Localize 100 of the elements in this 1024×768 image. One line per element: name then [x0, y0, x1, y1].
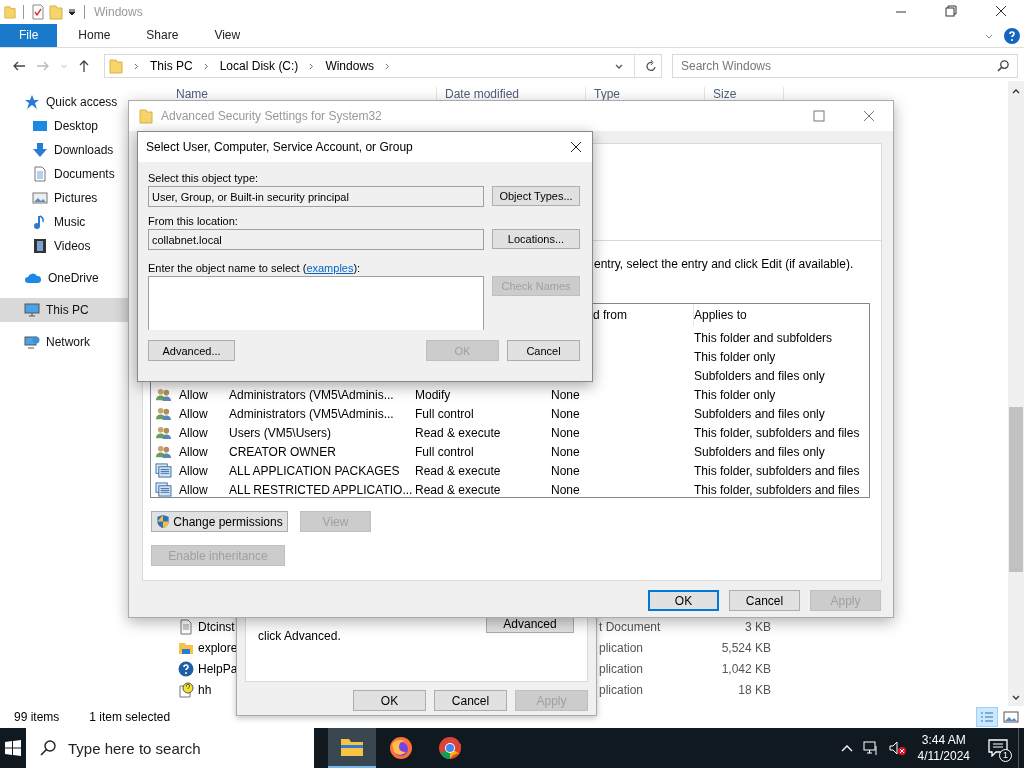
up-arrow-icon[interactable]	[78, 59, 90, 73]
clock-time[interactable]: 3:44 AM	[921, 732, 966, 748]
taskbar-app[interactable]	[328, 728, 376, 768]
chevron-right-icon[interactable]	[202, 62, 210, 70]
nav-item[interactable]: This PC	[0, 298, 130, 322]
window-title: Advanced Security Settings for System32	[161, 109, 382, 123]
address-bar[interactable]: This PC Local Disk (C:) Windows	[104, 54, 662, 78]
item-count: 99 items	[14, 710, 60, 724]
field-label: Select this object type:	[148, 172, 260, 186]
scroll-thumb[interactable]	[1009, 407, 1023, 572]
chevron-right-icon[interactable]	[308, 62, 316, 70]
nav-item[interactable]: Documents	[0, 162, 130, 186]
help-file-icon	[178, 681, 194, 698]
advanced-button[interactable]: Advanced...	[148, 340, 235, 361]
chrome-icon	[438, 736, 462, 760]
nav-label: Music	[54, 215, 86, 229]
chevron-right-icon[interactable]	[384, 62, 392, 70]
users-icon	[155, 387, 172, 402]
dropdown-icon[interactable]	[67, 7, 77, 17]
nav-label: Pictures	[54, 191, 98, 205]
scroll-up-icon[interactable]	[1011, 87, 1021, 95]
nav-item[interactable]: Quick access	[0, 90, 130, 114]
table-cell: Allow	[179, 463, 208, 478]
nav-item[interactable]: OneDrive	[0, 266, 130, 290]
search-icon	[40, 740, 56, 756]
table-cell: Full control	[415, 444, 474, 459]
ribbon-tab[interactable]: Share	[131, 24, 194, 47]
examples-link[interactable]: examples	[306, 262, 354, 274]
file-type: plication	[599, 661, 645, 676]
table-cell: Administrators (VM5\Adminis...	[229, 387, 394, 402]
cloud-icon	[24, 272, 42, 284]
note-text: click Advanced.	[258, 629, 341, 643]
breadcrumb-item[interactable]: Local Disk (C:)	[219, 59, 299, 73]
table-cell: Allow	[179, 387, 208, 402]
table-cell: None	[551, 482, 580, 497]
breadcrumb-item[interactable]: This PC	[150, 59, 193, 73]
notification-icon	[988, 739, 1008, 757]
ribbon-tab[interactable]: Home	[63, 24, 126, 47]
breadcrumb-item[interactable]: Windows	[325, 59, 375, 73]
taskbar-search-field[interactable]: Type here to search	[26, 728, 314, 768]
nav-item[interactable]: Desktop	[0, 114, 130, 138]
dialog-button[interactable]: Cancel	[434, 690, 507, 711]
app-packages-icon	[155, 482, 172, 497]
nav-item[interactable]: Downloads	[0, 138, 130, 162]
nav-label: Downloads	[54, 143, 114, 157]
table-cell: Read & execute	[415, 482, 501, 497]
notifications-button[interactable]: 1	[978, 728, 1018, 768]
locations-button[interactable]: Locations...	[492, 229, 580, 249]
clock-date[interactable]: 4/11/2024	[917, 748, 970, 764]
dialog-button[interactable]: OK	[648, 590, 719, 611]
chevron-up-icon[interactable]	[840, 744, 853, 752]
table-cell: Users (VM5\Users)	[229, 425, 331, 440]
properties-icon[interactable]	[31, 4, 45, 20]
network-icon[interactable]	[862, 740, 879, 756]
back-arrow-icon[interactable]	[12, 60, 26, 72]
table-cell: This folder only	[694, 387, 776, 402]
file-size: 1,042 KB	[720, 661, 771, 676]
pictures-icon	[32, 190, 48, 206]
table-cell: Subfolders and files only	[694, 368, 825, 383]
file-size: 3 KB	[744, 619, 771, 634]
search-field[interactable]: Search Windows	[672, 54, 1018, 78]
nav-label: This PC	[46, 303, 89, 317]
table-cell: None	[551, 463, 580, 478]
nav-item[interactable]: Pictures	[0, 186, 130, 210]
thumbnail-view-icon[interactable]	[1002, 710, 1020, 724]
users-icon	[155, 406, 172, 421]
document-icon	[32, 166, 48, 182]
dialog-button[interactable]: Cancel	[507, 340, 580, 361]
start-icon[interactable]	[5, 740, 21, 756]
nav-item[interactable]: Network	[0, 330, 130, 354]
download-icon	[32, 142, 48, 158]
dialog-button[interactable]: OK	[353, 690, 426, 711]
scrollbar[interactable]	[1008, 81, 1024, 706]
object-type-field: User, Group, or Built-in security principal	[148, 186, 484, 207]
object-types-button[interactable]: Object Types...	[492, 186, 580, 206]
nav-label: Quick access	[46, 95, 118, 109]
table-cell: None	[551, 425, 580, 440]
action-button[interactable]: Change permissions	[151, 511, 288, 532]
file-size: 18 KB	[737, 682, 771, 697]
chevron-right-icon[interactable]	[133, 62, 140, 70]
help-icon[interactable]	[1004, 27, 1020, 44]
ribbon-tab[interactable]: File	[0, 24, 58, 47]
search-icon[interactable]	[997, 59, 1010, 72]
refresh-icon[interactable]	[645, 59, 657, 73]
location-field: collabnet.local	[148, 229, 484, 250]
close-icon[interactable]	[570, 141, 582, 153]
table-cell: Read & execute	[415, 463, 501, 478]
nav-item[interactable]: Videos	[0, 234, 130, 258]
table-cell: This folder only	[694, 349, 776, 364]
maximize-icon[interactable]	[813, 110, 825, 122]
object-name-input[interactable]	[148, 276, 484, 330]
column-header[interactable]: Applies to	[694, 304, 747, 326]
scroll-down-icon[interactable]	[1011, 694, 1021, 702]
ribbon-tab[interactable]: View	[199, 24, 256, 47]
dialog-button[interactable]: Cancel	[729, 590, 800, 611]
nav-item[interactable]: Music	[0, 210, 130, 234]
computer-icon	[24, 302, 40, 318]
muted-speaker-icon[interactable]	[888, 740, 907, 756]
nav-label: Network	[46, 335, 90, 349]
app-packages-icon	[155, 463, 172, 478]
